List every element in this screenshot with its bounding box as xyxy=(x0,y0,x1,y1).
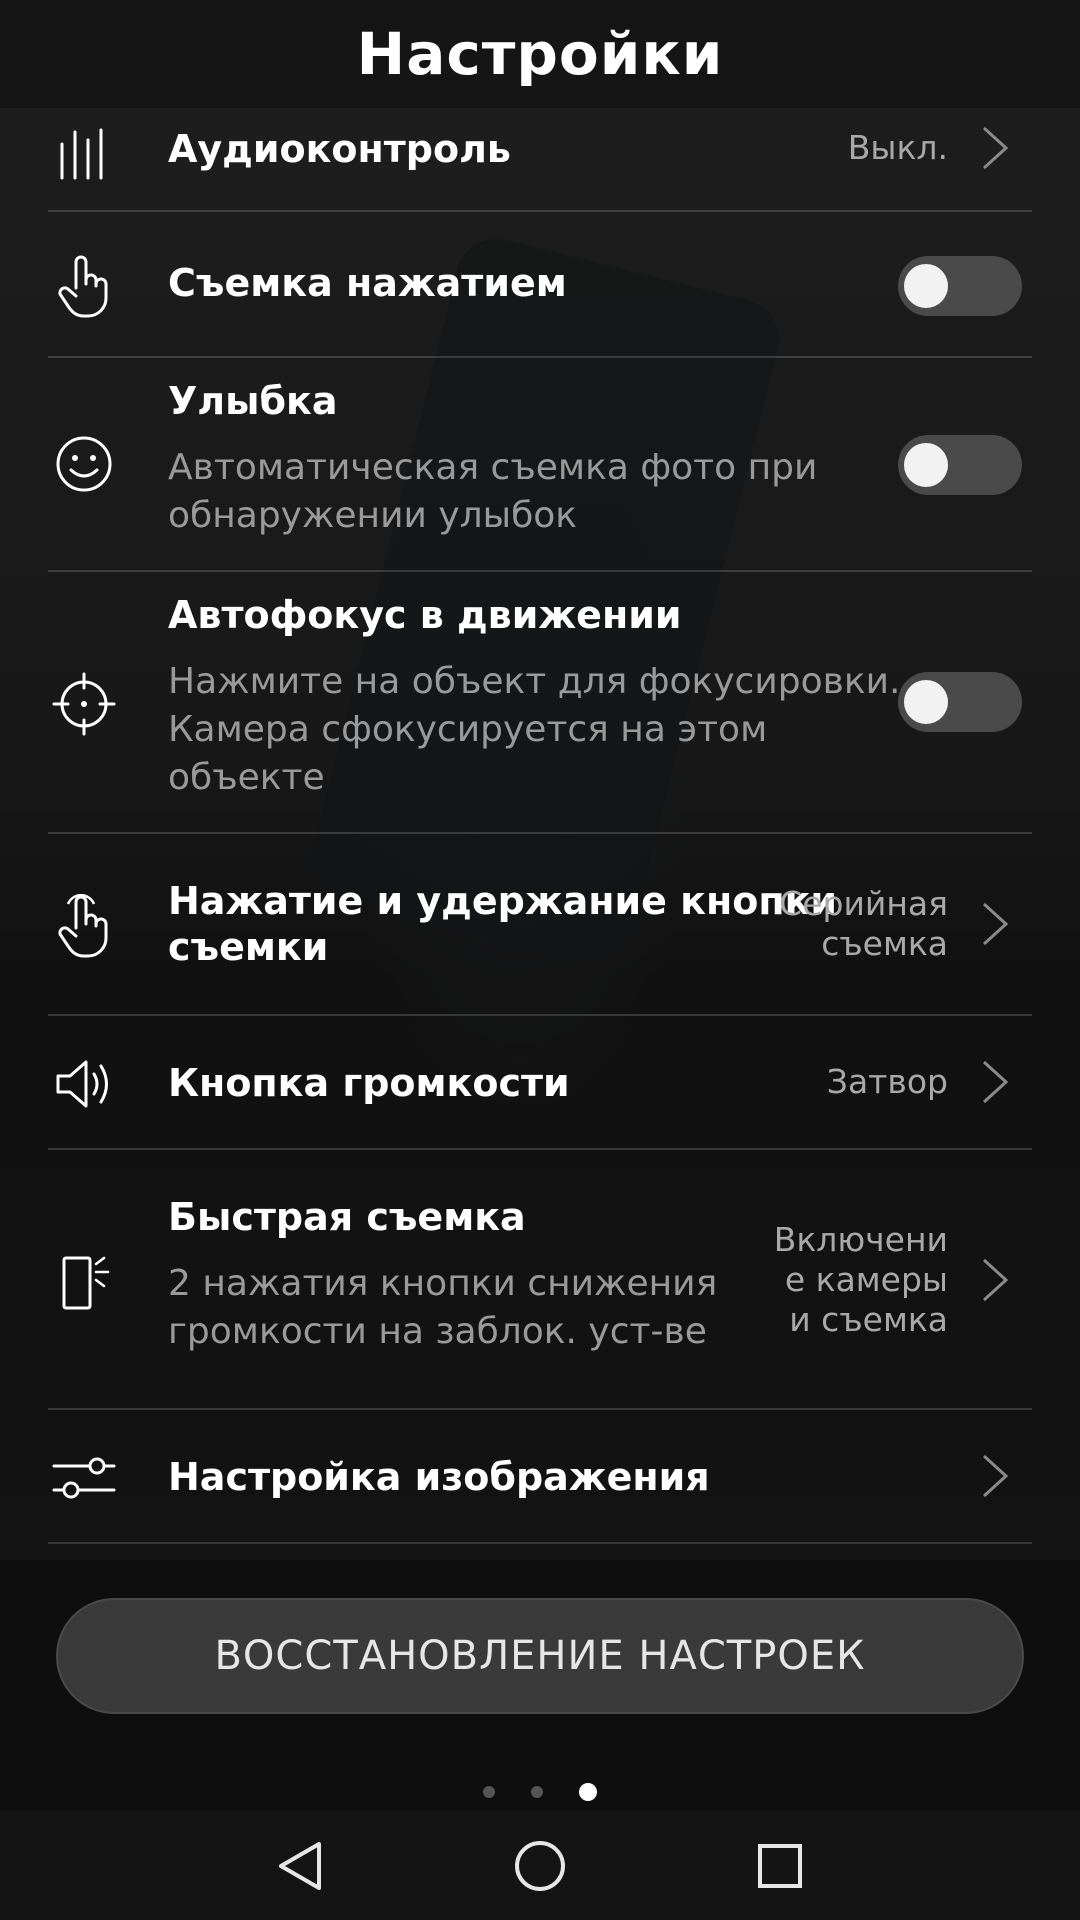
toggle-knob xyxy=(904,680,948,724)
sliders-icon xyxy=(48,1442,120,1514)
setting-value: Включени е камеры и съемка xyxy=(774,1220,948,1340)
setting-description: Автоматическая съемка фото при обнаружен… xyxy=(168,444,817,540)
audio-bars-icon xyxy=(48,118,120,190)
setting-press-hold-shutter[interactable]: Нажатие и удержание кнопки съемки Серийн… xyxy=(0,834,1080,1016)
description-line: 2 нажатия кнопки снижения xyxy=(168,1263,718,1304)
description-line: Автоматическая съемка фото при xyxy=(168,447,818,488)
setting-label: Настройка изображения xyxy=(168,1455,710,1499)
value-line: Серийная xyxy=(779,884,948,923)
autofocus-toggle[interactable] xyxy=(898,672,1022,732)
tap-capture-toggle[interactable] xyxy=(898,256,1022,316)
setting-audio-control[interactable]: Аудиоконтроль Выкл. xyxy=(0,108,1080,212)
setting-label: Быстрая съемка xyxy=(168,1195,526,1239)
label-line: съемки xyxy=(168,925,329,969)
setting-label: Съемка нажатием xyxy=(168,261,567,305)
value-line: е камеры xyxy=(784,1260,948,1299)
setting-label: Автофокус в движении xyxy=(168,593,682,637)
page-title: Настройки xyxy=(356,20,724,88)
settings-list: Аудиоконтроль Выкл. Съемка нажатием Улыб… xyxy=(0,108,1080,1544)
setting-description: 2 нажатия кнопки снижения громкости на з… xyxy=(168,1260,717,1356)
chevron-right-icon xyxy=(982,1454,1009,1498)
chevron-right-icon xyxy=(982,902,1009,946)
camera-settings-screen: Настройки Аудиоконтроль Выкл. Съемка наж… xyxy=(0,0,1080,1920)
chevron-right-icon xyxy=(982,126,1009,170)
tap-hand-icon xyxy=(48,250,120,322)
setting-value: Затвор xyxy=(826,1062,948,1101)
title-bar: Настройки xyxy=(0,0,1080,108)
toggle-knob xyxy=(904,264,948,308)
quick-capture-icon xyxy=(48,1246,120,1318)
smile-icon xyxy=(48,428,120,500)
setting-autofocus-motion[interactable]: Автофокус в движении Нажмите на объект д… xyxy=(0,572,1080,834)
divider xyxy=(48,1542,1032,1544)
setting-image-adjustment[interactable]: Настройка изображения xyxy=(0,1410,1080,1544)
recents-icon[interactable] xyxy=(748,1834,812,1898)
reset-settings-button[interactable]: ВОССТАНОВЛЕНИЕ НАСТРОЕК xyxy=(56,1598,1024,1714)
focus-target-icon xyxy=(48,668,120,740)
setting-volume-key[interactable]: Кнопка громкости Затвор xyxy=(0,1016,1080,1150)
description-line: объекте xyxy=(168,757,325,798)
setting-label: Кнопка громкости xyxy=(168,1061,570,1105)
setting-tap-capture[interactable]: Съемка нажатием xyxy=(0,212,1080,358)
setting-label: Нажатие и удержание кнопки съемки xyxy=(168,878,837,970)
setting-label: Аудиоконтроль xyxy=(168,127,511,171)
speaker-icon xyxy=(48,1048,120,1120)
value-line: съемка xyxy=(821,924,948,963)
setting-smile[interactable]: Улыбка Автоматическая съемка фото при об… xyxy=(0,358,1080,572)
label-line: Нажатие и удержание кнопки xyxy=(168,879,838,923)
chevron-right-icon xyxy=(982,1258,1009,1302)
setting-quick-capture[interactable]: Быстрая съемка 2 нажатия кнопки снижения… xyxy=(0,1150,1080,1410)
chevron-right-icon xyxy=(982,1060,1009,1104)
page-dot-active xyxy=(579,1783,597,1801)
system-navbar xyxy=(0,1810,1080,1920)
description-line: обнаружении улыбок xyxy=(168,495,578,536)
page-dot xyxy=(531,1786,543,1798)
setting-description: Нажмите на объект для фокусировки. Камер… xyxy=(168,658,900,802)
setting-value: Выкл. xyxy=(847,128,948,167)
toggle-knob xyxy=(904,443,948,487)
back-icon[interactable] xyxy=(268,1834,332,1898)
page-dot xyxy=(483,1786,495,1798)
hold-hand-icon xyxy=(48,890,120,962)
description-line: Нажмите на объект для фокусировки. xyxy=(168,661,901,702)
page-indicator xyxy=(0,1780,1080,1804)
smile-toggle[interactable] xyxy=(898,435,1022,495)
description-line: громкости на заблок. уст-ве xyxy=(168,1311,707,1352)
setting-value: Серийная съемка xyxy=(779,884,948,964)
description-line: Камера сфокусируется на этом xyxy=(168,709,768,750)
value-line: Включени xyxy=(773,1220,948,1259)
setting-label: Улыбка xyxy=(168,379,338,423)
value-line: и съемка xyxy=(789,1300,948,1339)
home-icon[interactable] xyxy=(508,1834,572,1898)
